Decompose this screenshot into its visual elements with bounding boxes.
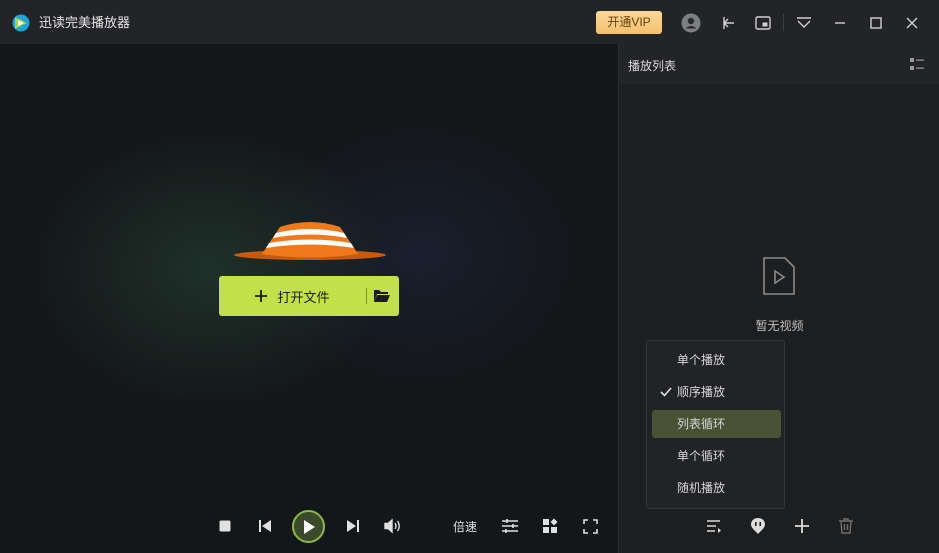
location-pin-icon[interactable]: [748, 516, 768, 536]
app-title: 迅读完美播放器: [39, 15, 131, 30]
previous-icon[interactable]: [250, 506, 280, 546]
stop-icon[interactable]: [210, 506, 240, 546]
cone-logo-icon: [234, 222, 386, 260]
play-mode-icon[interactable]: [704, 516, 724, 536]
play-icon: [303, 519, 315, 534]
playlist-title: 播放列表: [628, 59, 677, 73]
play-mode-random[interactable]: 随机播放: [652, 474, 781, 502]
pin-icon[interactable]: [716, 12, 738, 34]
playlist-panel: 播放列表 暂无视频 单个播放 顺序播放 列表循环 单个循环 随机播放: [618, 44, 939, 553]
play-mode-label: 随机播放: [677, 481, 726, 495]
play-mode-list-loop[interactable]: 列表循环: [652, 410, 781, 438]
playlist-footer: [619, 506, 939, 546]
dropdown-icon[interactable]: [793, 12, 815, 34]
trash-icon[interactable]: [836, 516, 856, 536]
play-mode-menu: 单个播放 顺序播放 列表循环 单个循环 随机播放: [646, 340, 785, 509]
mini-window-icon[interactable]: [752, 12, 774, 34]
folder-icon[interactable]: [373, 288, 391, 304]
plus-icon: [255, 290, 268, 302]
play-mode-sequential[interactable]: 顺序播放: [652, 378, 781, 406]
apps-icon[interactable]: [535, 506, 565, 546]
next-icon[interactable]: [338, 506, 368, 546]
video-area[interactable]: 打开文件 倍速: [0, 44, 618, 553]
empty-video-icon: [763, 257, 795, 295]
play-mode-single-loop[interactable]: 单个循环: [652, 442, 781, 470]
maximize-icon[interactable]: [865, 12, 887, 34]
play-mode-single[interactable]: 单个播放: [652, 346, 781, 374]
play-mode-label: 单个循环: [677, 449, 726, 463]
adjust-settings-icon[interactable]: [495, 506, 525, 546]
app-logo-icon: [12, 14, 30, 32]
playlist-header: 播放列表: [619, 44, 939, 84]
titlebar-divider: [783, 14, 784, 31]
empty-playlist-text: 暂无视频: [755, 319, 804, 333]
close-icon[interactable]: [901, 12, 923, 34]
title-bar: 迅读完美播放器 开通VIP: [0, 0, 939, 44]
fullscreen-icon[interactable]: [575, 506, 605, 546]
vip-button[interactable]: 开通VIP: [596, 11, 662, 34]
playback-controls: 倍速: [0, 506, 618, 546]
open-file-label: 打开文件: [277, 289, 330, 305]
open-file-button[interactable]: 打开文件: [219, 276, 365, 316]
play-button[interactable]: [292, 510, 325, 543]
minimize-icon[interactable]: [829, 12, 851, 34]
open-button-divider: [366, 288, 367, 304]
speed-button[interactable]: 倍速: [453, 518, 477, 535]
add-icon[interactable]: [792, 516, 812, 536]
play-mode-label: 列表循环: [677, 417, 726, 431]
volume-icon[interactable]: [378, 506, 408, 546]
open-file-button-group: 打开文件: [219, 276, 399, 316]
user-icon[interactable]: [680, 12, 702, 34]
check-icon: [660, 378, 672, 406]
list-view-icon[interactable]: [909, 56, 925, 72]
play-mode-label: 单个播放: [677, 353, 726, 367]
play-mode-label: 顺序播放: [677, 385, 726, 399]
